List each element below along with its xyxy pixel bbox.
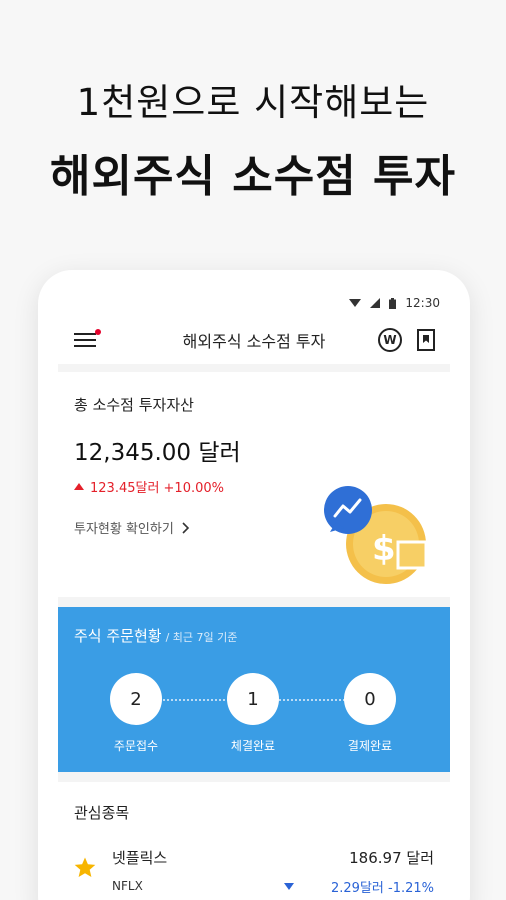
step-count: 2 [110, 673, 162, 725]
order-status-header: 주식 주문현황 / 최근 7일 기준 [74, 625, 434, 646]
order-status-subtitle: / 최근 7일 기준 [165, 631, 238, 644]
stock-change: 2.29달러 -1.21% [331, 881, 434, 896]
down-arrow-icon [284, 883, 294, 890]
signal-icon [370, 298, 381, 308]
battery-icon [389, 297, 397, 309]
step-label: 체결완료 [230, 739, 276, 753]
stock-price: 186.97 달러 [349, 849, 434, 867]
coin-chart-illustration: $ [324, 486, 428, 584]
asset-summary-card: 총 소수점 투자자산 12,345.00 달러 123.45달러 +10.00%… [58, 372, 450, 597]
promo-headline-line1: 1천원으로 시작해보는 [76, 81, 430, 124]
app-bar: 해외주식 소수점 투자 W [58, 316, 450, 364]
investment-status-link[interactable]: 투자현황 확인하기 [74, 518, 190, 537]
currency-toggle-button[interactable]: W [378, 328, 402, 352]
order-steps: 2 주문접수 1 체결완료 0 결제완료 [110, 673, 398, 753]
investment-status-link-label: 투자현황 확인하기 [74, 522, 174, 537]
asset-change-text: 123.45달러 +10.00% [90, 481, 225, 496]
step-label: 결제완료 [347, 739, 393, 753]
step-executed[interactable]: 1 체결완료 [227, 673, 279, 754]
wifi-icon [349, 299, 362, 307]
order-status-title: 주식 주문현황 [74, 627, 162, 645]
stock-name: 넷플릭스 [112, 849, 168, 867]
notification-dot [95, 329, 101, 335]
step-settled[interactable]: 0 결제완료 [344, 673, 396, 754]
step-count: 0 [344, 673, 396, 725]
order-status-panel: 주식 주문현황 / 최근 7일 기준 2 주문접수 1 체결완료 0 결제완료 [58, 607, 450, 772]
status-time: 12:30 [405, 296, 440, 310]
star-icon[interactable] [74, 857, 96, 878]
status-bar: 12:30 [58, 290, 450, 316]
svg-text:$: $ [372, 529, 396, 569]
promo-headline-line2: 해외주식 소수점 투자 [50, 151, 456, 202]
step-order-received[interactable]: 2 주문접수 [110, 673, 162, 754]
watchlist-card: 관심종목 넷플릭스 NFLX 186.97 달러 2.29달러 -1.21% [58, 782, 450, 900]
stock-ticker: NFLX [112, 879, 143, 893]
step-count: 1 [227, 673, 279, 725]
up-arrow-icon [74, 483, 84, 490]
watchlist-title: 관심종목 [74, 804, 130, 822]
menu-button[interactable] [72, 329, 101, 351]
asset-amount: 12,345.00 달러 [74, 440, 241, 466]
app-screen: 12:30 해외주식 소수점 투자 W 총 소수점 투자자산 12,345.00… [58, 290, 450, 900]
chevron-right-icon [182, 521, 189, 534]
watchlist-item[interactable]: 넷플릭스 NFLX 186.97 달러 2.29달러 -1.21% [74, 847, 434, 900]
step-label: 주문접수 [113, 739, 159, 753]
asset-label: 총 소수점 투자자산 [74, 396, 194, 414]
bookmark-icon[interactable] [416, 329, 436, 351]
